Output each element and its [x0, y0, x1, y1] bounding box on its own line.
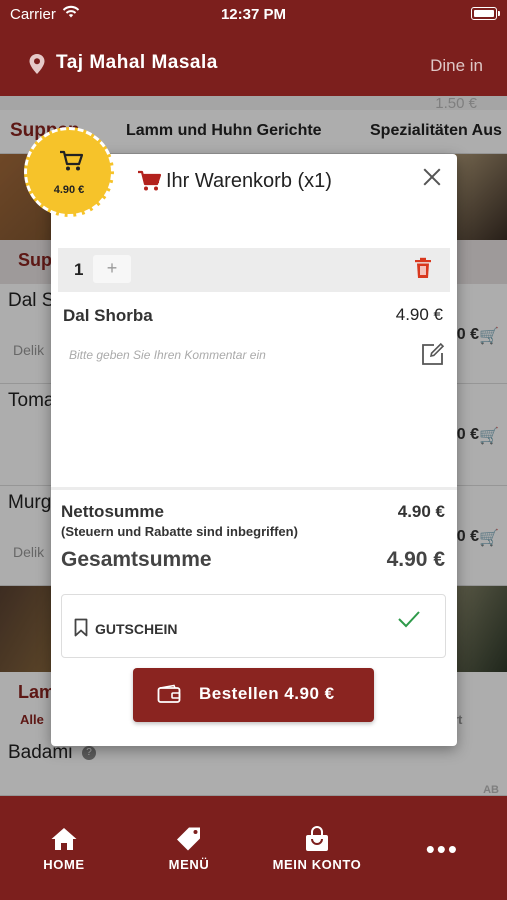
cart-item-price: 4.90 €: [395, 305, 443, 324]
top-bar: Carrier 12:37 PM Taj Mahal Masala Dine i…: [0, 0, 507, 96]
dine-mode-button[interactable]: Dine in: [430, 56, 483, 76]
bookmark-icon: [74, 618, 88, 637]
quantity-value: 1: [74, 260, 84, 279]
close-icon[interactable]: [421, 166, 443, 188]
grand-total-value: 4.90 €: [386, 548, 445, 571]
grand-total-label: Gesamtsumme: [61, 548, 212, 571]
coupon-label: GUTSCHEIN: [95, 621, 178, 637]
cart-icon: [60, 150, 83, 171]
more-icon[interactable]: •••: [426, 834, 459, 865]
bag-icon: [306, 826, 328, 851]
check-icon: [398, 611, 420, 628]
wallet-icon: [157, 684, 181, 703]
divider: [51, 487, 457, 490]
increase-quantity-button[interactable]: +: [93, 255, 131, 283]
home-icon: [51, 828, 77, 850]
cart-modal: Ihr Warenkorb (x1) 1 + Dal Shorba 4.90 €…: [51, 154, 457, 746]
nav-account[interactable]: MEIN KONTO: [268, 826, 366, 874]
nav-label: MENÜ: [168, 857, 210, 872]
quantity-row: 1 +: [58, 248, 450, 292]
net-total-note: (Steuern und Rabatte sind inbegriffen): [61, 524, 298, 539]
cart-item-name: Dal Shorba: [63, 306, 153, 325]
cart-badge-amount: 4.90 €: [53, 184, 85, 196]
net-total-value: 4.90 €: [397, 502, 445, 521]
status-bar: Carrier 12:37 PM: [0, 0, 507, 28]
cart-icon: [138, 170, 161, 191]
nav-label: HOME: [43, 857, 85, 872]
order-button[interactable]: Bestellen 4.90 €: [133, 668, 374, 722]
cart-title: Ihr Warenkorb (x1): [166, 170, 332, 192]
net-total-label: Nettosumme: [61, 502, 164, 521]
coupon-button[interactable]: GUTSCHEIN: [61, 594, 446, 658]
nav-menu[interactable]: MENÜ: [163, 826, 215, 874]
clock: 12:37 PM: [220, 6, 287, 23]
nav-home[interactable]: HOME: [38, 826, 90, 874]
battery-icon: [471, 7, 500, 20]
tag-icon: [177, 827, 200, 851]
cart-badge[interactable]: 4.90 €: [24, 127, 114, 217]
comment-input[interactable]: [69, 348, 389, 362]
nav-label: MEIN KONTO: [272, 857, 362, 872]
restaurant-name: Taj Mahal Masala: [56, 52, 218, 73]
order-button-label: Bestellen 4.90 €: [199, 684, 335, 703]
trash-icon[interactable]: [414, 257, 432, 279]
bottom-nav: HOME MENÜ MEIN KONTO •••: [0, 796, 507, 900]
location-pin-icon: [29, 54, 45, 74]
edit-icon[interactable]: [421, 342, 445, 366]
